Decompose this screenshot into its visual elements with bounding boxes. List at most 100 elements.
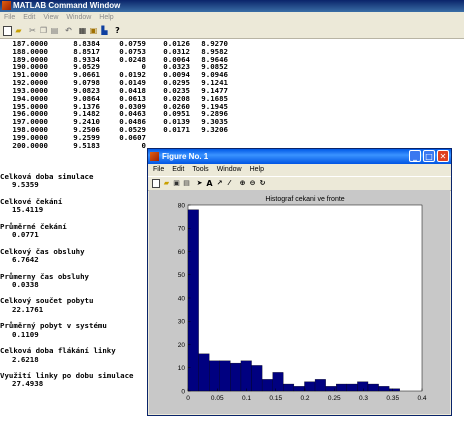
y-tick-label: 20	[178, 342, 186, 349]
command-window-menu-bar: File Edit View Window Help	[0, 12, 464, 24]
stat-value: 0.1109	[12, 329, 39, 339]
histogram-bar	[314, 379, 326, 392]
table-cell: 0.0607	[119, 132, 146, 142]
stat-value: 0.0771	[12, 230, 39, 240]
table-cell: 200.0000	[12, 140, 48, 150]
stat-value: 27.4938	[12, 379, 44, 389]
histogram-bar	[230, 362, 242, 392]
histogram-chart: Histograf cekani ve fronte 0 0.05 0.1 0.15 0…	[178, 196, 427, 402]
figure-menu-edit[interactable]: Edit	[172, 166, 184, 173]
zoom-out-icon[interactable]: ⊖	[248, 179, 257, 188]
histogram-bar	[219, 360, 231, 392]
arrow-tool-icon[interactable]: ↗	[215, 179, 224, 188]
menu-file[interactable]: File	[4, 14, 15, 21]
stat-value: 6.7642	[12, 254, 39, 264]
matlab-logo-icon	[150, 152, 159, 161]
zoom-in-icon[interactable]: ⊕	[238, 179, 247, 188]
workspace-icon[interactable]: ▦	[78, 26, 87, 35]
save-icon[interactable]: ▣	[172, 179, 181, 188]
table-cell: 9.5183	[73, 140, 100, 150]
text-icon[interactable]: A	[205, 179, 214, 188]
table-cell: 0	[141, 140, 146, 150]
chart-title: Histograf cekani ve fronte	[265, 196, 344, 203]
histogram-bar	[283, 383, 295, 392]
x-tick-label: 0.35	[386, 395, 399, 402]
rotate-icon[interactable]: ↻	[258, 179, 267, 188]
x-tick-label: 0	[186, 395, 190, 402]
y-tick-label: 70	[178, 226, 186, 233]
cut-icon[interactable]: ✂	[28, 26, 37, 35]
paste-icon[interactable]: ▤	[50, 26, 59, 35]
command-window-toolbar: ▰ ✂ ❐ ▤ ↶ ▦ ▣ ▙ ?	[0, 24, 464, 39]
x-tick-label: 0.25	[328, 395, 341, 402]
figure-menu-file[interactable]: File	[153, 166, 164, 173]
stat-value: 9.5359	[12, 180, 39, 190]
minimize-button[interactable]: _	[409, 150, 421, 162]
x-tick-label: 0.15	[269, 395, 282, 402]
x-tick-label: 0.05	[211, 395, 224, 402]
x-tick-label: 0.1	[242, 395, 251, 402]
table-cell: 9.3206	[201, 124, 228, 134]
menu-window[interactable]: Window	[66, 14, 91, 21]
undo-icon[interactable]: ↶	[64, 26, 73, 35]
y-tick-label: 30	[178, 319, 186, 326]
histogram-bar	[272, 372, 284, 392]
close-button[interactable]: ✕	[437, 150, 449, 162]
print-icon[interactable]: ▤	[182, 179, 191, 188]
y-tick-label: 60	[178, 249, 186, 256]
command-window-title-bar[interactable]: MATLAB Command Window	[0, 0, 464, 12]
x-tick-label: 0.3	[359, 395, 368, 402]
line-icon[interactable]: ⁄	[225, 179, 234, 188]
figure-canvas: Histograf cekani ve fronte 0 0.05 0.1 0.15 0…	[149, 190, 450, 414]
menu-view[interactable]: View	[43, 14, 58, 21]
y-tick-label: 0	[181, 388, 185, 395]
x-tick-label: 0.4	[417, 395, 426, 402]
arrow-icon[interactable]: ➤	[195, 179, 204, 188]
y-tick-label: 80	[178, 202, 186, 209]
histogram-bar	[240, 360, 252, 392]
new-figure-icon[interactable]	[152, 179, 160, 188]
matlab-logo-icon	[2, 1, 11, 10]
stat-value: 15.4119	[12, 205, 44, 215]
maximize-button[interactable]: □	[423, 150, 435, 162]
figure-menu-window[interactable]: Window	[217, 166, 242, 173]
x-tick-label: 0.2	[300, 395, 309, 402]
y-tick-label: 50	[178, 272, 186, 279]
figure-title-bar[interactable]: Figure No. 1 _ □ ✕	[148, 149, 451, 164]
simulation-statistics: Celková doba simulace 9.5359 Celkové čekán…	[0, 172, 150, 389]
histogram-bar	[346, 383, 358, 392]
command-window-title: MATLAB Command Window	[13, 1, 121, 10]
stat-value: 22.1761	[12, 304, 44, 314]
copy-icon[interactable]: ❐	[39, 26, 48, 35]
histogram-bar	[198, 353, 210, 392]
table-cell: 0.0248	[119, 54, 146, 64]
open-file-icon[interactable]: ▰	[14, 26, 23, 35]
figure-menu-help[interactable]: Help	[250, 166, 264, 173]
histogram-bar	[389, 388, 400, 392]
histogram-bar	[325, 386, 337, 392]
figure-menu-bar: File Edit Tools Window Help	[148, 164, 451, 176]
histogram-bar	[378, 386, 390, 392]
histogram-bar	[187, 209, 199, 392]
histogram-bar	[209, 360, 220, 392]
y-tick-label: 10	[178, 365, 186, 372]
figure-window: Figure No. 1 _ □ ✕ File Edit Tools Window He…	[147, 148, 452, 416]
figure-menu-tools[interactable]: Tools	[192, 166, 208, 173]
histogram-bar	[293, 386, 305, 392]
histogram-bar	[367, 383, 379, 392]
path-icon[interactable]: ▣	[89, 26, 98, 35]
histogram-bar	[336, 383, 347, 392]
help-icon[interactable]: ?	[113, 26, 122, 35]
new-file-icon[interactable]	[3, 26, 12, 36]
menu-edit[interactable]: Edit	[23, 14, 35, 21]
figure-title: Figure No. 1	[162, 152, 209, 161]
y-tick-label: 40	[178, 295, 186, 302]
open-icon[interactable]: ▰	[162, 179, 171, 188]
menu-help[interactable]: Help	[99, 14, 113, 21]
figure-toolbar: ▰ ▣ ▤ ➤ A ↗ ⁄ ⊕ ⊖ ↻	[148, 176, 451, 191]
simulink-icon[interactable]: ▙	[100, 26, 109, 35]
stat-value: 2.6218	[12, 354, 39, 364]
histogram-bar	[261, 379, 273, 392]
histogram-bar	[304, 381, 316, 392]
histogram-bar	[357, 381, 369, 392]
